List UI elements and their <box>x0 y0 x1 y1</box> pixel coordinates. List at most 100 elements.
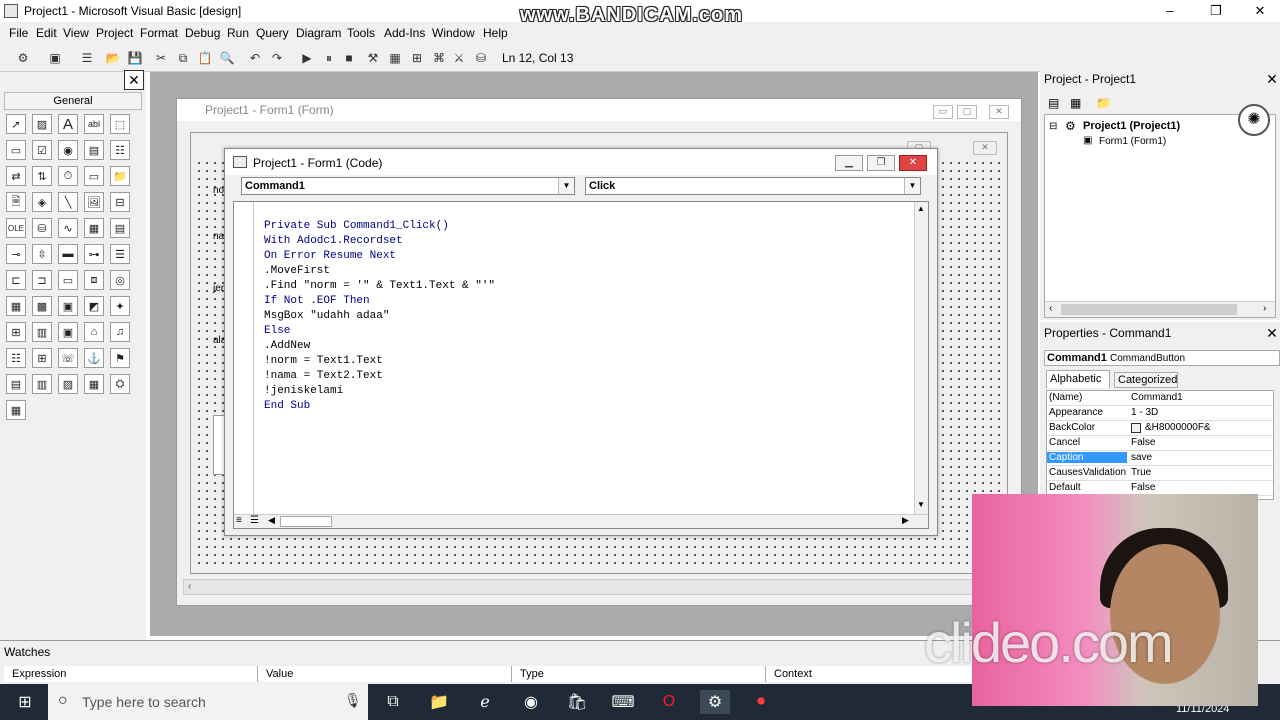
treeview-tool-icon[interactable]: ⊶ <box>84 244 104 264</box>
label-tool-icon[interactable]: A <box>58 114 78 134</box>
datarepeater-tool-icon[interactable]: ▥ <box>32 374 52 394</box>
copy-icon[interactable]: ⧉ <box>174 49 192 67</box>
code-line[interactable]: !norm = Text1.Text <box>264 355 383 367</box>
properties-panel-close-icon[interactable]: ✕ <box>1264 326 1280 342</box>
code-line[interactable]: With Adodc1.Recordset <box>264 235 403 247</box>
masked-edit-tool-icon[interactable]: ☷ <box>6 348 26 368</box>
procedure-view-icon[interactable]: ≡ <box>236 515 242 526</box>
collapse-icon[interactable]: ⊟ <box>1049 121 1057 132</box>
add-project-icon[interactable]: ⚙ <box>14 49 32 67</box>
toggle-folders-icon[interactable]: 📁 <box>1096 96 1111 110</box>
object-combo[interactable]: Command1 ▼ <box>241 177 575 195</box>
commandbutton-tool-icon[interactable]: ▭ <box>6 140 26 160</box>
comm-tool-icon[interactable]: ☏ <box>58 348 78 368</box>
optionbutton-tool-icon[interactable]: ◉ <box>58 140 78 160</box>
tab-alphabetic[interactable]: Alphabetic <box>1046 370 1110 388</box>
picturebox-tool-icon[interactable]: ▨ <box>32 114 52 134</box>
chevron-down-icon[interactable]: ▼ <box>558 178 574 194</box>
bandicam-record-icon[interactable]: ⏺ <box>746 690 776 714</box>
project-panel-close-icon[interactable]: ✕ <box>1264 72 1280 88</box>
code-line[interactable]: .MoveFirst <box>264 265 330 277</box>
statusbar-tool-icon[interactable]: ▭ <box>58 270 78 290</box>
view-code-icon[interactable]: ▤ <box>1048 96 1059 110</box>
taskbar-search[interactable]: ○ Type here to search 🎙 <box>48 684 368 720</box>
property-row[interactable]: (Name) Command1 <box>1047 391 1273 406</box>
flexgrid-tool-icon[interactable]: ▩ <box>32 296 52 316</box>
toolbar-tool-icon[interactable]: ⊏ <box>6 270 26 290</box>
code-vscrollbar[interactable]: ▲ ▼ <box>914 202 928 514</box>
listbox-tool-icon[interactable]: ☷ <box>110 140 130 160</box>
imagelist-tool-icon[interactable]: ⧈ <box>84 270 104 290</box>
watch-col-value[interactable]: Value <box>258 666 512 682</box>
ole-tool-icon[interactable]: OLE <box>6 218 26 238</box>
scroll-left-icon[interactable]: ◀ <box>268 515 275 526</box>
paste-icon[interactable]: 📋 <box>196 49 214 67</box>
inet-tool-icon[interactable]: ✦ <box>110 296 130 316</box>
toolbox-general-tab[interactable]: General <box>4 92 142 110</box>
image-tool-icon[interactable]: 🖼 <box>84 192 104 212</box>
scroll-right-icon[interactable]: ▶ <box>902 515 909 526</box>
frame-tool-icon[interactable]: ⬚ <box>110 114 130 134</box>
task-view-icon[interactable]: ⧉ <box>378 690 408 714</box>
checkbox-tool-icon[interactable]: ☑ <box>32 140 52 160</box>
code-minimize-icon[interactable]: ▁ <box>835 155 863 171</box>
code-line[interactable]: Private Sub Command1_Click() <box>264 220 449 232</box>
redo-icon[interactable]: ↷ <box>268 49 286 67</box>
property-row[interactable]: CausesValidation True <box>1047 466 1273 481</box>
maximize-button[interactable]: ❐ <box>1194 0 1238 22</box>
open-project-icon[interactable]: 📂 <box>104 49 122 67</box>
add-form-icon[interactable]: ▣ <box>46 49 64 67</box>
code-line[interactable]: MsgBox "udahh adaa" <box>264 310 389 322</box>
hierflexgrid-tool-icon[interactable]: ▥ <box>32 322 52 342</box>
form-window-maximize-icon[interactable]: ▢ <box>957 105 977 119</box>
scroll-up-icon[interactable]: ▲ <box>917 204 925 213</box>
form-label-nama[interactable]: na <box>213 231 224 242</box>
scroll-left-icon[interactable]: ‹ <box>188 581 191 592</box>
project-tree[interactable]: ⊟ ⚙ Project1 (Project1) ▣ Form1 (Form1) … <box>1044 114 1276 318</box>
datalist-tool-icon[interactable]: ▤ <box>110 218 130 238</box>
scroll-right-icon[interactable]: › <box>1263 303 1266 314</box>
code-line[interactable]: .Find "norm = '" & Text1.Text & "'" <box>264 280 495 292</box>
animation-tool-icon[interactable]: ◎ <box>110 270 130 290</box>
store-icon[interactable]: 🛍 <box>562 690 592 714</box>
menu-format[interactable]: Format <box>140 26 178 40</box>
mci-tool-icon[interactable]: ♫ <box>110 322 130 342</box>
listview-tool-icon[interactable]: ☰ <box>110 244 130 264</box>
full-module-view-icon[interactable]: ☰ <box>250 515 259 526</box>
minimize-button[interactable]: – <box>1148 0 1192 22</box>
property-value[interactable]: False <box>1131 437 1155 448</box>
pointer-tool-icon[interactable]: ➚ <box>6 114 26 134</box>
menu-project[interactable]: Project <box>96 26 133 40</box>
code-text[interactable]: Private Sub Command1_Click() With Adodc1… <box>264 204 495 414</box>
object-browser-icon[interactable]: ⌘ <box>430 49 448 67</box>
dataenvironment-tool-icon[interactable]: ▤ <box>6 374 26 394</box>
hscrollbar-tool-icon[interactable]: ⇄ <box>6 166 26 186</box>
filelistbox-tool-icon[interactable]: 🗎 <box>6 192 26 212</box>
form1-close-icon[interactable]: ✕ <box>973 141 997 155</box>
progressbar-tool-icon[interactable]: ▬ <box>58 244 78 264</box>
object-selector[interactable]: Command1 CommandButton <box>1044 350 1280 366</box>
scroll-left-icon[interactable]: ‹ <box>1049 303 1052 314</box>
property-value[interactable]: 1 - 3D <box>1131 407 1158 418</box>
properties-window-icon[interactable]: ▦ <box>386 49 404 67</box>
property-row[interactable]: BackColor &H8000000F& <box>1047 421 1273 436</box>
grid-tool-icon[interactable]: ▦ <box>6 400 26 420</box>
richtext-tool-icon[interactable]: ⌂ <box>84 322 104 342</box>
menu-help[interactable]: Help <box>483 26 508 40</box>
form-window-minimize-icon[interactable]: ▭ <box>933 105 953 119</box>
undo-icon[interactable]: ↶ <box>246 49 264 67</box>
slider-tool-icon[interactable]: ⊸ <box>6 244 26 264</box>
property-row-selected[interactable]: Caption save <box>1047 451 1273 466</box>
updown-tool-icon[interactable]: ⇳ <box>32 244 52 264</box>
close-button[interactable]: ✕ <box>1238 0 1280 22</box>
view-object-icon[interactable]: ▦ <box>1070 96 1081 110</box>
menu-add-ins[interactable]: Add-Ins <box>384 26 425 40</box>
margin-indicator-bar[interactable] <box>234 202 254 514</box>
windows-start-icon[interactable]: ⊞ <box>10 690 40 714</box>
monthview-tool-icon[interactable]: ▦ <box>6 296 26 316</box>
data-tool-icon[interactable]: ⊟ <box>110 192 130 212</box>
drivelistbox-tool-icon[interactable]: ▭ <box>84 166 104 186</box>
flatscrollbar-tool-icon[interactable]: ▨ <box>58 374 78 394</box>
data-view-icon[interactable]: ⛁ <box>472 49 490 67</box>
tabstrip-tool-icon[interactable]: ⊐ <box>32 270 52 290</box>
